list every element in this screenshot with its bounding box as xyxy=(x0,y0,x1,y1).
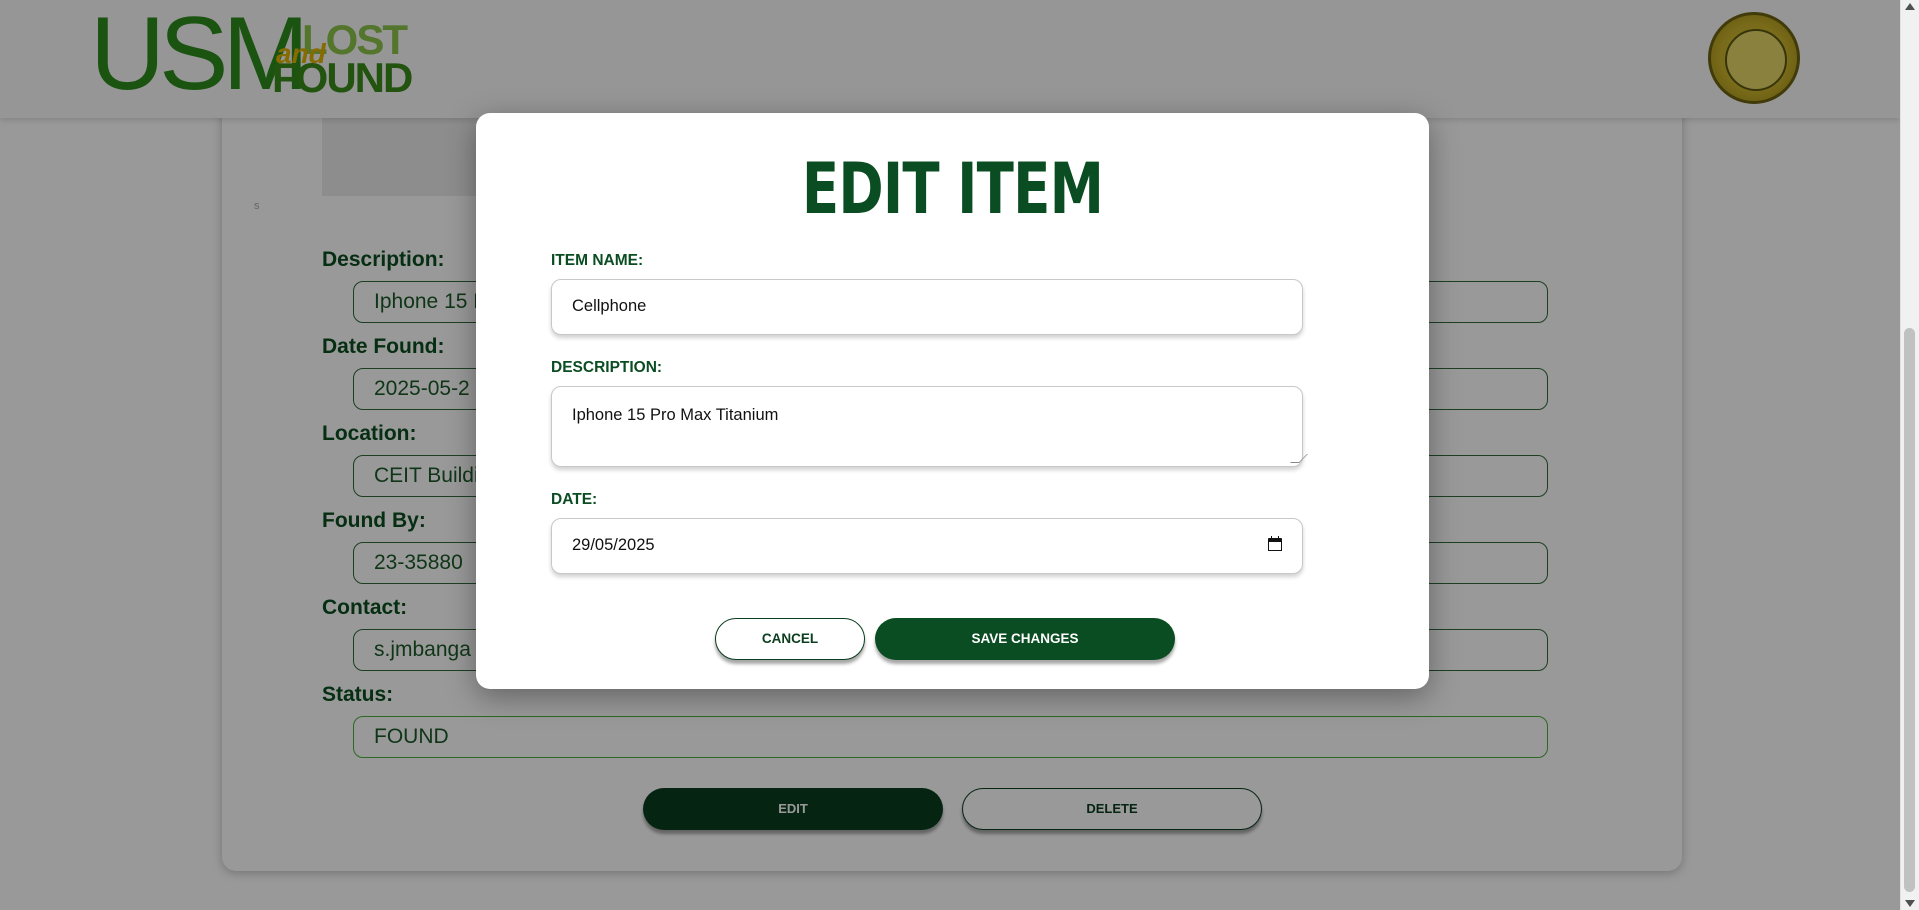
date-label: DATE: xyxy=(551,491,598,508)
scroll-down-arrow-icon[interactable] xyxy=(1905,900,1915,907)
description-textarea[interactable]: Iphone 15 Pro Max Titanium xyxy=(551,386,1308,467)
scroll-thumb[interactable] xyxy=(1904,328,1915,892)
calendar-icon[interactable] xyxy=(1268,536,1282,552)
save-changes-button[interactable]: SAVE CHANGES xyxy=(875,618,1175,660)
scroll-up-arrow-icon[interactable] xyxy=(1905,3,1915,10)
date-value: 29/05/2025 xyxy=(572,536,655,554)
description-text: Iphone 15 Pro Max Titanium xyxy=(572,406,779,424)
item-name-label: ITEM NAME: xyxy=(551,252,644,269)
cancel-button[interactable]: CANCEL xyxy=(715,618,865,660)
date-input[interactable]: 29/05/2025 xyxy=(551,518,1303,574)
page-scrollbar[interactable] xyxy=(1900,0,1919,910)
resize-handle-icon[interactable] xyxy=(1290,454,1308,463)
description-label: DESCRIPTION: xyxy=(551,359,663,376)
edit-item-modal: EDIT ITEM ITEM NAME: Cellphone DESCRIPTI… xyxy=(476,113,1429,689)
item-name-input[interactable]: Cellphone xyxy=(551,279,1303,335)
modal-title: EDIT ITEM xyxy=(801,148,1104,230)
